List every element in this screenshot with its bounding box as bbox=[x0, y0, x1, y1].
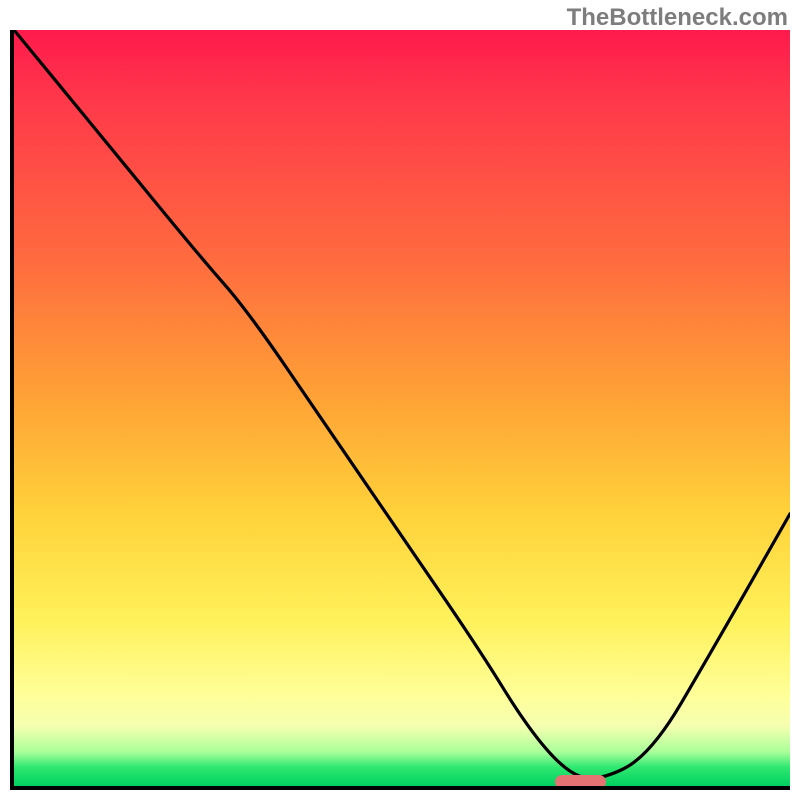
chart-curve-path bbox=[14, 30, 790, 778]
chart-curve bbox=[14, 30, 790, 786]
chart-marker-pill bbox=[555, 775, 605, 786]
watermark-text: TheBottleneck.com bbox=[567, 4, 788, 32]
chart-plot-area bbox=[14, 30, 790, 786]
